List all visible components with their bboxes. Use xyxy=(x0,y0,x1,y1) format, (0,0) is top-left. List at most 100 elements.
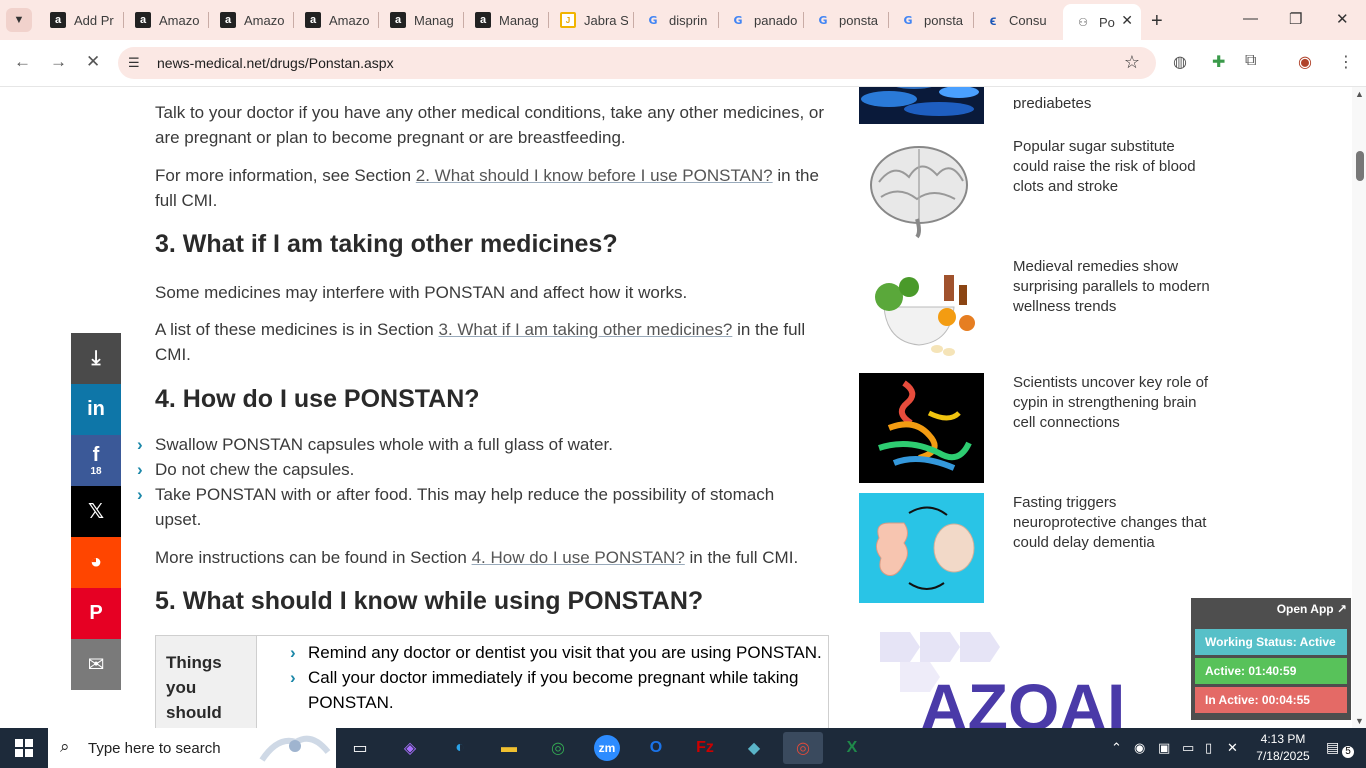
scroll-down-icon[interactable]: ▼ xyxy=(1355,716,1364,726)
linkedin-share-button[interactable]: in xyxy=(71,384,121,435)
scroll-up-icon[interactable]: ▲ xyxy=(1355,89,1364,99)
search-highlight-icon xyxy=(259,735,331,762)
show-hidden-icons[interactable]: ⌃ xyxy=(1111,740,1122,756)
profile-icon[interactable]: ◉ xyxy=(1298,52,1312,72)
news-title[interactable]: Medieval remedies show surprising parall… xyxy=(1013,257,1213,317)
filezilla-icon[interactable]: Fz xyxy=(685,732,725,764)
task-view-icon[interactable]: ▭ xyxy=(340,732,380,764)
share-bar: ⤓ in f 18 𝕏 ◕ P ✉ xyxy=(71,333,121,690)
news-thumbnail[interactable] xyxy=(859,137,984,247)
tab-title: disprin xyxy=(669,12,708,28)
file-explorer-icon[interactable]: ▬ xyxy=(489,732,529,764)
news-item[interactable]: prediabetes xyxy=(859,87,1219,124)
tab-active[interactable]: ⚇ Po ✕ xyxy=(1063,4,1141,40)
url-text[interactable]: news-medical.net/drugs/Ponstan.aspx xyxy=(157,55,394,71)
volume-mute-icon[interactable]: ✕ xyxy=(1227,740,1238,756)
page-scrollbar[interactable]: ▲ ▼ xyxy=(1352,87,1366,728)
tab-title: Jabra S xyxy=(584,12,628,28)
start-button[interactable] xyxy=(0,728,48,768)
tab-title: Consu xyxy=(1009,12,1047,28)
tab-title: ponsta xyxy=(924,12,964,28)
taskbar-search[interactable]: ⌕ Type here to search xyxy=(48,728,336,768)
restore-icon[interactable]: ❐ xyxy=(1289,10,1302,28)
paragraph: More instructions can be found in Sectio… xyxy=(155,548,799,567)
news-thumbnail[interactable] xyxy=(859,87,984,124)
clock[interactable]: 4:13 PM 7/18/2025 xyxy=(1248,731,1318,765)
tab-title: Amazo xyxy=(244,12,285,28)
zoom-icon[interactable]: zm xyxy=(587,732,627,764)
camera-icon[interactable]: ◉ xyxy=(1134,740,1145,756)
section-link[interactable]: 4. How do I use PONSTAN? xyxy=(472,548,685,567)
list-item: Do not chew the capsules. xyxy=(115,457,835,482)
paragraph: Talk to your doctor if you have any othe… xyxy=(155,103,825,147)
section-link[interactable]: 2. What should I know before I use PONST… xyxy=(416,166,773,185)
paragraph: For more information, see Section 2. Wha… xyxy=(155,166,819,210)
site-info-icon[interactable]: ☰ xyxy=(128,55,140,71)
scrollbar-thumb[interactable] xyxy=(1356,151,1364,181)
section-link[interactable]: 3. What if I am taking other medicines? xyxy=(438,320,732,339)
azoai-logo[interactable]: AZOAI xyxy=(880,632,1150,728)
google-icon: G xyxy=(818,13,828,27)
news-title[interactable]: prediabetes xyxy=(1013,97,1213,109)
outlook-icon[interactable]: O xyxy=(636,732,676,764)
forward-icon[interactable]: → xyxy=(50,52,67,72)
download-button[interactable]: ⤓ xyxy=(71,333,121,384)
address-bar[interactable]: ☰ news-medical.net/drugs/Ponstan.aspx ☆ xyxy=(118,47,1156,79)
x-share-button[interactable]: 𝕏 xyxy=(71,486,121,537)
news-title[interactable]: Fasting triggers neuroprotective changes… xyxy=(1013,493,1213,553)
google-icon: G xyxy=(648,13,658,27)
time: 4:13 PM xyxy=(1260,732,1306,746)
tab[interactable]: a Amazo xyxy=(208,4,293,36)
news-thumbnail[interactable] xyxy=(859,257,984,367)
pinterest-share-button[interactable]: P xyxy=(71,588,121,639)
news-item[interactable]: Popular sugar substitute could raise the… xyxy=(859,137,1219,247)
excel-icon[interactable]: X xyxy=(832,732,872,764)
tab[interactable]: a Manag xyxy=(378,4,463,36)
news-item[interactable]: Scientists uncover key role of cypin in … xyxy=(859,373,1219,483)
tab[interactable]: a Manag xyxy=(463,4,548,36)
email-share-button[interactable]: ✉ xyxy=(71,639,121,690)
close-tab-icon[interactable]: ✕ xyxy=(1121,12,1133,29)
news-title[interactable]: Scientists uncover key role of cypin in … xyxy=(1013,373,1213,433)
news-item[interactable]: Fasting triggers neuroprotective changes… xyxy=(859,493,1219,603)
tab[interactable]: Gponsta xyxy=(888,4,973,36)
news-title[interactable]: Popular sugar substitute could raise the… xyxy=(1013,137,1213,197)
tab-search-button[interactable]: ▼ xyxy=(6,8,32,32)
stop-loading-icon[interactable]: ✕ xyxy=(86,52,100,72)
tab[interactable]: a Amazo xyxy=(293,4,378,36)
tab[interactable]: ϵ Consu xyxy=(973,4,1061,36)
facebook-share-button[interactable]: f 18 xyxy=(71,435,121,486)
chrome-profile-icon[interactable]: ◎ xyxy=(783,732,823,764)
reddit-share-button[interactable]: ◕ xyxy=(71,537,121,588)
minimize-icon[interactable]: — xyxy=(1243,10,1258,27)
new-tab-icon[interactable]: + xyxy=(1151,10,1163,33)
translate-icon[interactable]: ◍ xyxy=(1173,52,1187,72)
extension-puzzle-icon[interactable]: ✚ xyxy=(1212,52,1225,72)
news-thumbnail[interactable] xyxy=(859,373,984,483)
news-thumbnail[interactable] xyxy=(859,493,984,603)
extensions-icon[interactable]: ⧉ xyxy=(1245,52,1256,70)
tab[interactable]: Gdisprin xyxy=(633,4,718,36)
open-app-link[interactable]: Open App ↗ xyxy=(1277,602,1347,616)
close-window-icon[interactable]: ✕ xyxy=(1336,10,1349,28)
edge-icon[interactable]: ◐ xyxy=(440,732,480,764)
tab[interactable]: a Amazo xyxy=(123,4,208,36)
copilot-icon[interactable]: ◈ xyxy=(390,732,430,764)
app-icon[interactable]: ◆ xyxy=(734,732,774,764)
notifications-icon[interactable]: ▤ xyxy=(1326,739,1339,756)
menu-kebab-icon[interactable]: ⋮ xyxy=(1338,52,1354,72)
tab[interactable]: Gpanado xyxy=(718,4,803,36)
back-icon[interactable]: ← xyxy=(14,52,31,72)
screen-icon[interactable]: ▣ xyxy=(1158,740,1170,756)
amazon-icon: a xyxy=(305,12,321,28)
download-icon: ⤓ xyxy=(91,347,101,369)
news-item[interactable]: Medieval remedies show surprising parall… xyxy=(859,257,1219,367)
tab[interactable]: Gponsta xyxy=(803,4,888,36)
bookmark-star-icon[interactable]: ☆ xyxy=(1124,52,1140,73)
network-icon[interactable]: ▯ xyxy=(1205,740,1212,756)
chrome-icon[interactable]: ◎ xyxy=(538,732,578,764)
section-heading: 3. What if I am taking other medicines? xyxy=(155,230,618,258)
battery-icon[interactable]: ▭ xyxy=(1182,740,1194,756)
tab[interactable]: a Add Pr xyxy=(38,4,123,36)
tab[interactable]: J Jabra S xyxy=(548,4,633,36)
